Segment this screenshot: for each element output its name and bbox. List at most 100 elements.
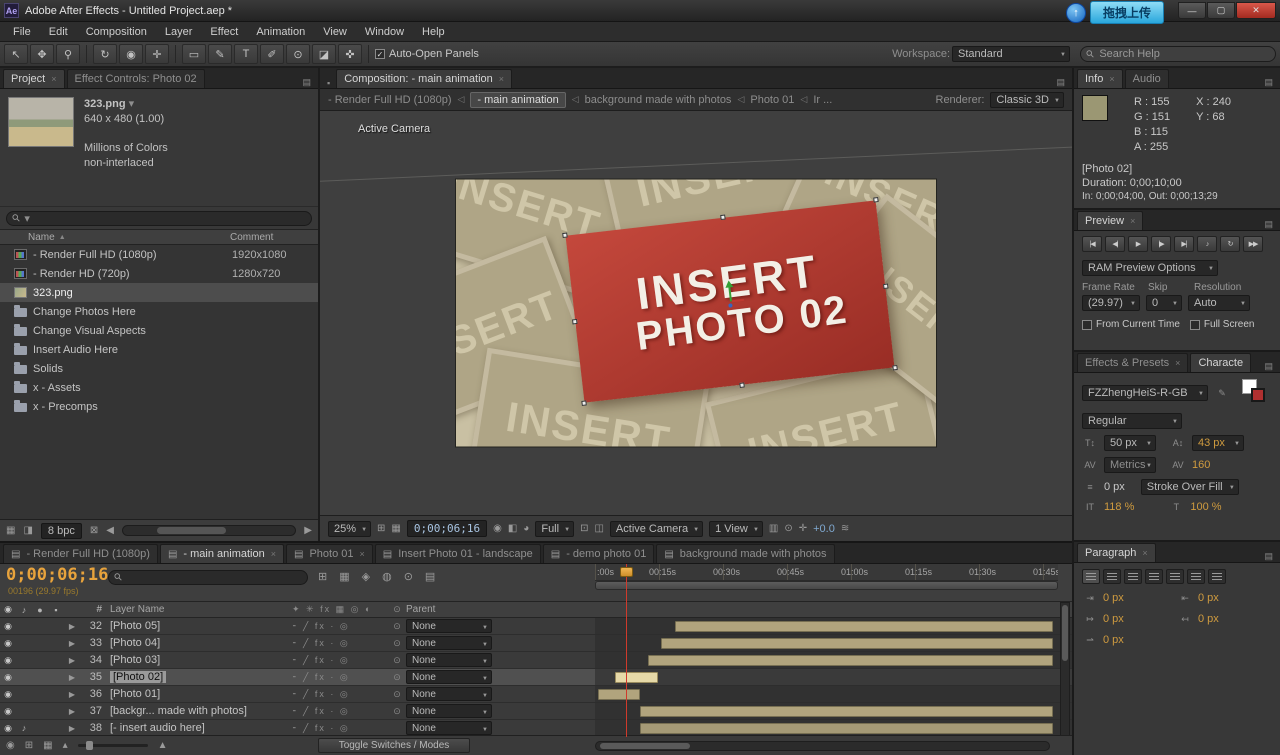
timeline-tab[interactable]: ▤- demo photo 01 [543,544,655,563]
zoom-tool-icon[interactable]: ⚲ [56,44,80,64]
eye-icon[interactable]: ◉ [0,672,16,683]
project-row[interactable]: - Render HD (720p)1280x720 [0,264,318,283]
column-name[interactable]: Name [28,232,55,243]
exposure-value[interactable]: +0.0 [813,523,835,535]
eye-icon[interactable]: ◉ [0,655,16,666]
shrink-layers-icon[interactable]: ▦ [43,740,52,751]
safe-zones-icon[interactable]: ⊞ [377,523,385,534]
timeline-tab[interactable]: ▤background made with photos [656,544,834,563]
new-folder-icon[interactable]: ◨ [23,525,32,536]
selection-handle[interactable] [572,319,578,325]
eraser-tool-icon[interactable]: ◪ [312,44,336,64]
layer-switches[interactable]: ⁃ ╱ fx · ◎ [292,706,388,717]
twirl-icon[interactable]: ▶ [64,673,80,682]
twirl-icon[interactable]: ▶ [64,656,80,665]
parent-dropdown[interactable]: None [406,687,492,701]
audio-column-icon[interactable]: ♪ [16,605,32,615]
eye-icon[interactable]: ◉ [0,621,16,632]
menu-edit[interactable]: Edit [40,26,77,38]
align-left-button[interactable] [1082,569,1100,584]
current-time-indicator[interactable] [620,567,633,577]
project-row[interactable]: x - Assets [0,378,318,397]
auto-open-panels-checkbox[interactable]: ✓ Auto-Open Panels [375,48,479,60]
first-line-indent-value[interactable]: 0 px [1103,634,1124,646]
shape-tool-icon[interactable]: ▭ [182,44,206,64]
eyedropper-icon[interactable]: ✎ [1214,388,1230,399]
parent-dropdown[interactable]: None [406,619,492,633]
timeline-tab[interactable]: ▤Photo 01× [286,544,373,563]
panel-menu-icon[interactable]: ▤ [1260,551,1277,562]
tab-close-icon[interactable]: × [271,549,276,559]
project-search-input[interactable]: ⚲▾ [6,211,312,226]
panel-menu-icon[interactable]: ▤ [1260,361,1277,372]
twirl-icon[interactable]: ▶ [64,622,80,631]
layer-row[interactable]: ◉▶36[Photo 01]⁃ ╱ fx · ◎⊙None [0,686,1072,703]
work-area-bar[interactable] [595,581,1058,590]
eye-icon[interactable]: ◉ [0,706,16,717]
breadcrumb-item[interactable]: - Render Full HD (1080p) [328,94,452,106]
motion-blur-icon[interactable]: ⊙ [404,570,413,583]
3d-switch-icon[interactable]: ⊙ [388,672,406,683]
switches-header-icons[interactable]: ✦ ✳ fx ▦ ◎ ◐ [292,604,388,615]
layer-switches[interactable]: ⁃ ╱ fx · ◎ [292,655,388,666]
camera-dropdown[interactable]: Active Camera [610,521,703,537]
scroll-right-icon[interactable]: ▶ [304,525,312,536]
font-style-dropdown[interactable]: Regular [1082,413,1182,429]
show-snapshot-icon[interactable]: ◧ [508,523,517,534]
loop-button[interactable]: ↻ [1220,236,1240,252]
panel-menu-icon[interactable]: ▤ [298,77,315,88]
stroke-color-swatch[interactable] [1251,388,1265,402]
layer-name-header[interactable]: Layer Name [106,604,292,615]
twirl-icon[interactable]: ▶ [64,690,80,699]
draft-3d-icon[interactable]: ▦ [339,570,349,583]
breadcrumb-item[interactable]: Ir ... [813,94,832,106]
tab-close-icon[interactable]: × [1130,216,1135,226]
tab-effect-controls[interactable]: Effect Controls: Photo 02 [67,69,205,88]
selection-handle[interactable] [581,400,587,406]
minimize-button[interactable]: — [1178,2,1206,19]
tab-close-icon[interactable]: × [499,74,504,84]
tab-project[interactable]: Project× [3,69,65,88]
transparency-grid-icon[interactable]: ◫ [594,523,603,534]
footage-name[interactable]: 323.png ▾ [84,97,168,112]
view-layout-dropdown[interactable]: 1 View [709,521,763,537]
lock-column-icon[interactable]: ▪ [48,605,64,615]
align-right-button[interactable] [1124,569,1142,584]
pen-tool-icon[interactable]: ✎ [208,44,232,64]
zoom-out-mountain-icon[interactable]: ▴ [63,740,68,751]
drag-upload-button[interactable]: 拖拽上传 [1090,1,1164,24]
current-timecode[interactable]: 0;00;06;16 [6,565,108,585]
resolution-dropdown[interactable]: Full [535,521,574,537]
layer-row[interactable]: ◉▶33[Photo 04]⁃ ╱ fx · ◎⊙None [0,635,1072,652]
layer-duration-bar[interactable] [615,672,658,683]
layer-row[interactable]: ◉▶37[backgr... made with photos]⁃ ╱ fx ·… [0,703,1072,720]
pixel-aspect-icon[interactable]: ▥ [769,523,778,534]
3d-switch-icon[interactable]: ⊙ [388,621,406,632]
layer-switches[interactable]: ⁃ ╱ fx · ◎ [292,689,388,700]
close-button[interactable]: ✕ [1236,2,1276,19]
menu-window[interactable]: Window [356,26,413,38]
layer-duration-bar[interactable] [640,723,1053,734]
layer-row-selected[interactable]: ◉▶35[Photo 02]⁃ ╱ fx · ◎⊙None [0,669,1072,686]
clone-stamp-tool-icon[interactable]: ⊙ [286,44,310,64]
panel-menu-icon[interactable]: ▤ [1052,77,1069,88]
audio-button[interactable]: ♪ [1197,236,1217,252]
magnification-dropdown[interactable]: 25% [328,521,371,537]
layer-switches[interactable]: ⁃ ╱ fx · ◎ [292,621,388,632]
tab-info[interactable]: Info× [1077,69,1123,88]
channels-icon[interactable]: ◕ [523,523,529,534]
graph-editor-icon[interactable]: ▤ [425,570,435,583]
project-row[interactable]: x - Precomps [0,397,318,416]
selection-handle[interactable] [873,197,879,203]
video-column-icon[interactable]: ◉ [0,604,16,615]
leading-dropdown[interactable]: 43 px [1192,435,1244,451]
next-frame-button[interactable]: |▶ [1151,236,1171,252]
lock-icon[interactable]: ▪ [323,78,334,88]
bit-depth-button[interactable]: 8 bpc [41,523,82,539]
project-row[interactable]: Change Visual Aspects [0,321,318,340]
project-row[interactable]: Solids [0,359,318,378]
menu-help[interactable]: Help [413,26,454,38]
last-frame-button[interactable]: ▶| [1174,236,1194,252]
maximize-button[interactable]: ▢ [1207,2,1235,19]
type-tool-icon[interactable]: T [234,44,258,64]
